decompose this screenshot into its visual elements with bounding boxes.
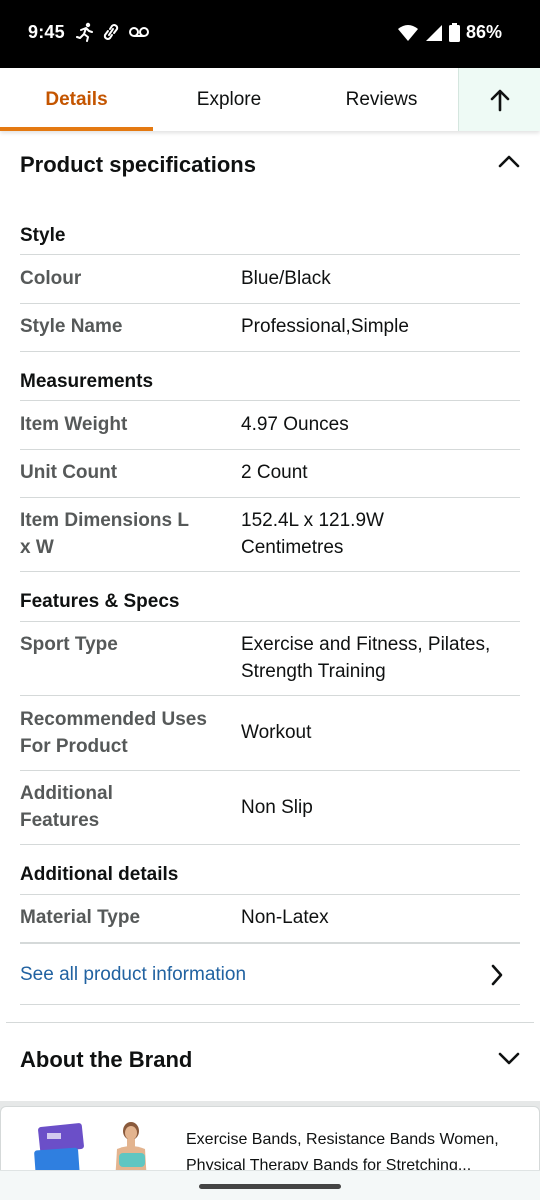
spec-value-item-dimensions: 152.4L x 121.9W Centimetres bbox=[241, 510, 384, 558]
divider bbox=[20, 497, 520, 498]
group-title-measurements: Measurements bbox=[20, 371, 154, 392]
detail-tabbar: Details Explore Reviews bbox=[0, 68, 540, 131]
spec-value-unit-count: 2 Count bbox=[241, 462, 308, 483]
divider bbox=[20, 770, 520, 771]
group-title-style: Style bbox=[20, 225, 66, 246]
cell-signal-icon bbox=[425, 24, 442, 41]
divider bbox=[20, 844, 520, 845]
tab-details-label: Details bbox=[45, 88, 108, 110]
about-brand-header: About the Brand bbox=[20, 1047, 193, 1072]
voicemail-icon bbox=[129, 27, 149, 37]
group-title-features: Features & Specs bbox=[20, 591, 180, 612]
chevron-down-icon bbox=[498, 1052, 520, 1065]
spec-value-additional-features: Non Slip bbox=[241, 797, 313, 818]
chevron-up-icon bbox=[498, 155, 520, 168]
divider bbox=[20, 695, 520, 696]
running-icon bbox=[76, 22, 93, 42]
status-system-icons: 86% bbox=[397, 22, 502, 43]
divider bbox=[20, 621, 520, 622]
battery-percent: 86% bbox=[465, 22, 502, 42]
chevron-right-icon bbox=[491, 964, 503, 986]
spec-label-material-type: Material Type bbox=[20, 907, 141, 928]
spec-value-item-weight: 4.97 Ounces bbox=[241, 414, 349, 435]
scroll-to-top-button[interactable] bbox=[458, 68, 540, 131]
system-navigation-bar bbox=[0, 1170, 540, 1200]
link-icon bbox=[103, 24, 119, 40]
spec-value-material-type: Non-Latex bbox=[241, 907, 329, 928]
product-specifications-header: Product specifications bbox=[20, 152, 256, 177]
tab-details[interactable]: Details bbox=[0, 68, 153, 131]
divider bbox=[20, 303, 520, 304]
divider bbox=[20, 1004, 520, 1005]
divider bbox=[20, 351, 520, 352]
see-all-label: See all product information bbox=[20, 964, 247, 985]
spec-label-recommended-uses: Recommended Uses For Product bbox=[20, 709, 207, 757]
group-title-additional: Additional details bbox=[20, 864, 179, 885]
divider bbox=[20, 254, 520, 255]
arrow-up-icon bbox=[490, 89, 509, 111]
spec-value-colour: Blue/Black bbox=[241, 268, 331, 289]
spec-value-style-name: Professional,Simple bbox=[241, 316, 409, 337]
spec-label-unit-count: Unit Count bbox=[20, 462, 118, 483]
status-time: 9:45 bbox=[28, 22, 65, 42]
divider bbox=[20, 449, 520, 450]
spec-label-style-name: Style Name bbox=[20, 316, 123, 337]
about-brand-section[interactable]: About the Brand bbox=[0, 1023, 540, 1101]
collapse-specifications-button[interactable] bbox=[498, 153, 520, 174]
tab-explore[interactable]: Explore bbox=[153, 68, 305, 131]
status-notification-icons bbox=[76, 22, 150, 42]
divider bbox=[20, 400, 520, 401]
divider bbox=[20, 571, 520, 572]
spec-label-item-weight: Item Weight bbox=[20, 414, 128, 435]
spec-label-colour: Colour bbox=[20, 268, 82, 289]
spec-label-sport-type: Sport Type bbox=[20, 634, 118, 655]
tab-explore-label: Explore bbox=[196, 88, 262, 110]
spec-value-sport-type: Exercise and Fitness, Pilates, Strength … bbox=[241, 634, 491, 682]
spec-label-item-dimensions: Item Dimensions L x W bbox=[20, 510, 189, 558]
tab-reviews-label: Reviews bbox=[345, 88, 418, 110]
divider bbox=[20, 894, 520, 895]
tab-reviews[interactable]: Reviews bbox=[305, 68, 458, 131]
spec-value-recommended-uses: Workout bbox=[241, 722, 312, 743]
wifi-icon bbox=[397, 24, 418, 41]
spec-label-additional-features: Additional Features bbox=[20, 783, 113, 831]
battery-icon bbox=[448, 23, 460, 42]
home-gesture-pill[interactable] bbox=[199, 1184, 341, 1189]
see-all-product-information-link[interactable]: See all product information bbox=[0, 944, 540, 1004]
status-bar: 9:45 86% bbox=[0, 0, 540, 68]
tab-active-indicator bbox=[0, 127, 153, 131]
